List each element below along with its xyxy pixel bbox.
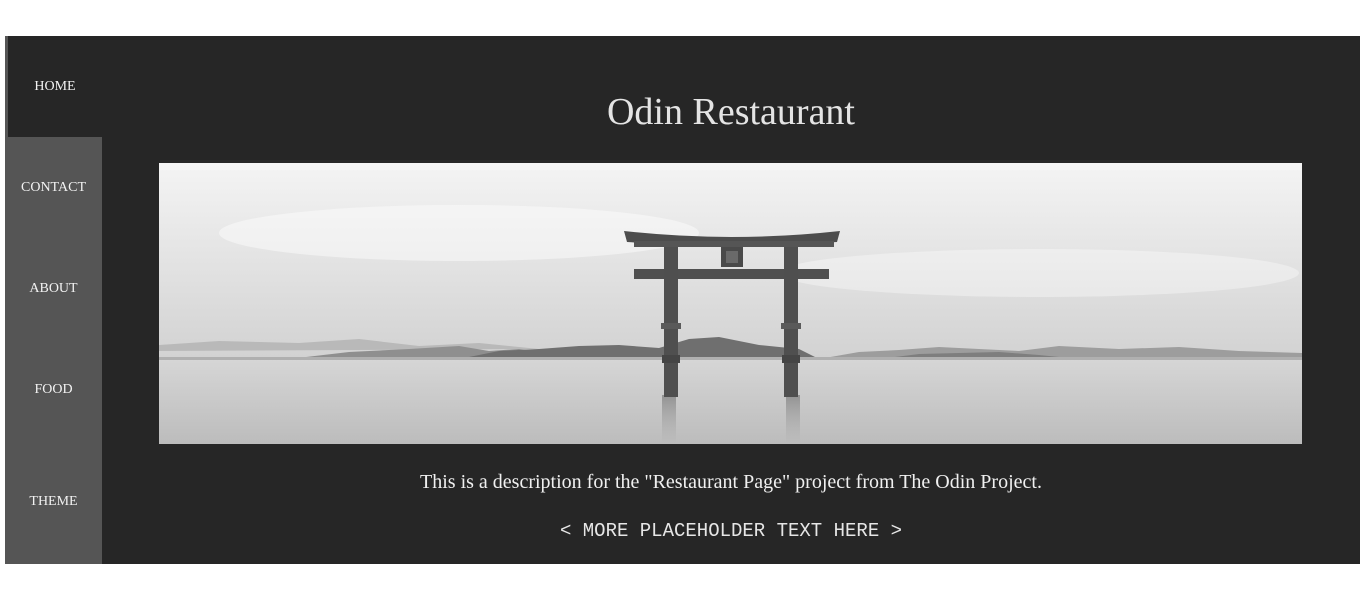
nav-item-contact[interactable]: CONTACT (5, 137, 102, 238)
nav-label-about: ABOUT (29, 280, 78, 296)
nav-item-home[interactable]: HOME (5, 36, 102, 137)
torii-gate-lake-photo (159, 163, 1302, 444)
app-container: HOME CONTACT ABOUT FOOD THEME Odin Resta… (5, 36, 1360, 564)
nav-item-theme[interactable]: THEME (5, 440, 102, 564)
description-text: This is a description for the "Restauran… (420, 471, 1042, 493)
main-content: Odin Restaurant This is a description fo… (102, 36, 1360, 564)
nav-label-home: HOME (34, 78, 76, 94)
page-title: Odin Restaurant (606, 91, 855, 133)
sidebar-nav: HOME CONTACT ABOUT FOOD THEME (5, 36, 102, 564)
nav-item-about[interactable]: ABOUT (5, 238, 102, 339)
nav-item-food[interactable]: FOOD (5, 339, 102, 440)
nav-label-contact: CONTACT (21, 179, 86, 195)
hero-image (159, 163, 1302, 444)
placeholder-text: < MORE PLACEHOLDER TEXT HERE > (559, 520, 903, 542)
nav-label-theme: THEME (29, 494, 78, 509)
nav-label-food: FOOD (34, 381, 73, 397)
